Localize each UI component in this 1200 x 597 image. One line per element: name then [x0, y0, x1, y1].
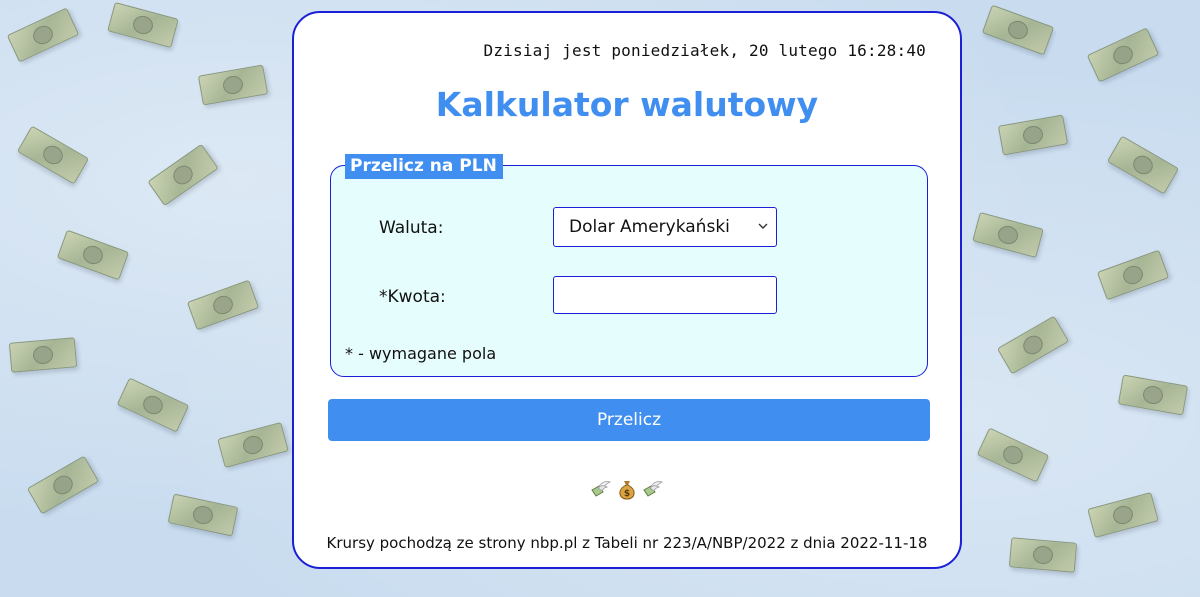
currency-select-value: Dolar Amerykański — [569, 217, 730, 237]
banknote-image — [1008, 537, 1078, 573]
required-fields-note: * - wymagane pola — [345, 344, 497, 363]
banknote-image — [217, 421, 289, 469]
banknote-image — [147, 143, 219, 207]
currency-select[interactable]: Dolar Amerykański — [553, 207, 777, 247]
calculator-card: Dzisiaj jest poniedziałek, 20 lutego 16:… — [292, 11, 962, 569]
banknote-image — [56, 229, 130, 281]
convert-button[interactable]: Przelicz — [328, 399, 930, 441]
banknote-image — [116, 377, 190, 433]
money-with-wings-icon — [643, 481, 664, 497]
banknote-image — [197, 64, 269, 106]
chevron-down-icon — [758, 223, 768, 229]
rates-source-note: Krursy pochodzą ze strony nbp.pl z Tabel… — [326, 534, 928, 552]
banknote-image — [167, 493, 239, 537]
fieldset-legend: Przelicz na PLN — [345, 154, 503, 179]
banknote-image — [1117, 374, 1189, 416]
banknote-image — [16, 125, 90, 185]
banknote-image — [8, 337, 78, 373]
money-bag-icon: $ — [619, 481, 635, 500]
money-with-wings-icon — [591, 481, 612, 497]
banknote-image — [981, 4, 1055, 56]
banknote-image — [1106, 135, 1180, 195]
banknote-image — [972, 211, 1044, 259]
banknote-image — [1086, 27, 1160, 83]
money-emoji-row: $ — [294, 478, 960, 500]
banknote-image — [186, 279, 260, 331]
banknote-image — [6, 7, 80, 63]
banknote-image — [976, 427, 1050, 483]
current-date: Dzisiaj jest poniedziałek, 20 lutego 16:… — [483, 41, 926, 60]
amount-input[interactable] — [553, 276, 777, 314]
conversion-fieldset: Przelicz na PLN Waluta: Dolar Amerykańsk… — [330, 154, 928, 377]
svg-text:$: $ — [624, 489, 630, 499]
currency-label: Waluta: — [379, 218, 444, 238]
banknote-image — [26, 455, 100, 515]
banknote-image — [997, 114, 1069, 156]
amount-label: *Kwota: — [379, 287, 446, 307]
banknote-image — [1096, 249, 1170, 301]
banknote-image — [1087, 491, 1159, 539]
banknote-image — [107, 1, 179, 49]
banknote-image — [996, 315, 1070, 375]
page-title: Kalkulator walutowy — [435, 85, 819, 124]
